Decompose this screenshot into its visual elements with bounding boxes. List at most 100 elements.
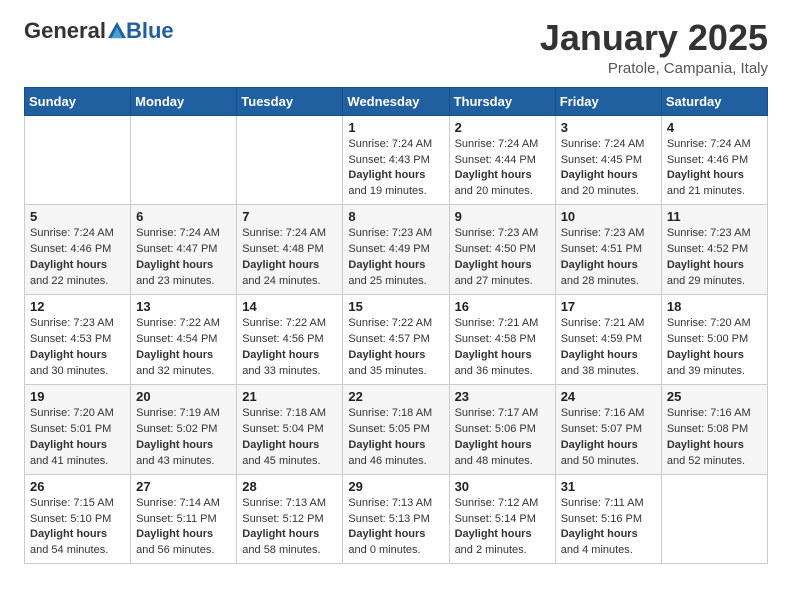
header-tuesday: Tuesday (237, 87, 343, 115)
day-number: 29 (348, 479, 443, 494)
calendar-cell: 23 Sunrise: 7:17 AMSunset: 5:06 PMDayligh… (449, 384, 555, 474)
day-number: 15 (348, 299, 443, 314)
day-number: 11 (667, 209, 762, 224)
calendar-cell (131, 115, 237, 205)
day-info: Sunrise: 7:16 AMSunset: 5:08 PMDaylight … (667, 406, 762, 470)
day-number: 19 (30, 389, 125, 404)
calendar-cell: 2Sunrise: 7:24 AMSunset: 4:44 PMDaylight… (449, 115, 555, 205)
header-saturday: Saturday (661, 87, 767, 115)
day-number: 1 (348, 120, 443, 135)
day-info: Sunrise: 7:23 AMSunset: 4:53 PMDaylight … (30, 316, 125, 380)
day-info: Sunrise: 7:23 AMSunset: 4:51 PMDaylight … (561, 226, 656, 290)
calendar-cell: 14 Sunrise: 7:22 AMSunset: 4:56 PMDayligh… (237, 295, 343, 385)
day-number: 31 (561, 479, 656, 494)
day-number: 24 (561, 389, 656, 404)
day-info: Sunrise: 7:24 AMSunset: 4:46 PMDaylight … (667, 137, 762, 201)
day-info: Sunrise: 7:19 AMSunset: 5:02 PMDaylight … (136, 406, 231, 470)
day-number: 3 (561, 120, 656, 135)
calendar-cell: 25 Sunrise: 7:16 AMSunset: 5:08 PMDayligh… (661, 384, 767, 474)
day-info: Sunrise: 7:14 AMSunset: 5:11 PMDaylight … (136, 496, 231, 560)
day-info: Sunrise: 7:16 AMSunset: 5:07 PMDaylight … (561, 406, 656, 470)
calendar-cell (237, 115, 343, 205)
calendar-cell: 6 Sunrise: 7:24 AMSunset: 4:47 PMDaylight… (131, 205, 237, 295)
day-info: Sunrise: 7:24 AMSunset: 4:45 PMDaylight … (561, 137, 656, 201)
day-info: Sunrise: 7:24 AMSunset: 4:46 PMDaylight … (30, 226, 125, 290)
calendar-cell: 15 Sunrise: 7:22 AMSunset: 4:57 PMDayligh… (343, 295, 449, 385)
day-info: Sunrise: 7:20 AMSunset: 5:00 PMDaylight … (667, 316, 762, 380)
day-info: Sunrise: 7:23 AMSunset: 4:50 PMDaylight … (455, 226, 550, 290)
day-number: 30 (455, 479, 550, 494)
header-sunday: Sunday (25, 87, 131, 115)
calendar-cell: 8Sunrise: 7:23 AMSunset: 4:49 PMDaylight… (343, 205, 449, 295)
calendar-cell: 5 Sunrise: 7:24 AMSunset: 4:46 PMDaylight… (25, 205, 131, 295)
day-number: 21 (242, 389, 337, 404)
day-number: 9 (455, 209, 550, 224)
day-info: Sunrise: 7:21 AMSunset: 4:59 PMDaylight … (561, 316, 656, 380)
logo-blue-text: Blue (126, 18, 174, 44)
location: Pratole, Campania, Italy (540, 60, 768, 77)
day-number: 22 (348, 389, 443, 404)
day-number: 6 (136, 209, 231, 224)
day-number: 27 (136, 479, 231, 494)
day-number: 20 (136, 389, 231, 404)
calendar-cell: 7Sunrise: 7:24 AMSunset: 4:48 PMDaylight… (237, 205, 343, 295)
calendar-table: Sunday Monday Tuesday Wednesday Thursday… (24, 87, 768, 565)
calendar-cell (25, 115, 131, 205)
calendar-cell: 1Sunrise: 7:24 AMSunset: 4:43 PMDaylight… (343, 115, 449, 205)
day-info: Sunrise: 7:22 AMSunset: 4:56 PMDaylight … (242, 316, 337, 380)
day-info: Sunrise: 7:15 AMSunset: 5:10 PMDaylight … (30, 496, 125, 560)
day-number: 25 (667, 389, 762, 404)
day-info: Sunrise: 7:12 AMSunset: 5:14 PMDaylight … (455, 496, 550, 560)
header: General Blue January 2025 Pratole, Campa… (0, 0, 792, 87)
day-number: 13 (136, 299, 231, 314)
day-number: 14 (242, 299, 337, 314)
calendar-row: 19Sunrise: 7:20 AMSunset: 5:01 PMDayligh… (25, 384, 768, 474)
calendar-cell: 12 Sunrise: 7:23 AMSunset: 4:53 PMDayligh… (25, 295, 131, 385)
calendar-cell: 24 Sunrise: 7:16 AMSunset: 5:07 PMDayligh… (555, 384, 661, 474)
calendar-cell: 9 Sunrise: 7:23 AMSunset: 4:50 PMDaylight… (449, 205, 555, 295)
weekday-header-row: Sunday Monday Tuesday Wednesday Thursday… (25, 87, 768, 115)
calendar-cell: 10 Sunrise: 7:23 AMSunset: 4:51 PMDayligh… (555, 205, 661, 295)
day-number: 17 (561, 299, 656, 314)
header-monday: Monday (131, 87, 237, 115)
calendar-cell: 16 Sunrise: 7:21 AMSunset: 4:58 PMDayligh… (449, 295, 555, 385)
page: General Blue January 2025 Pratole, Campa… (0, 0, 792, 612)
header-wednesday: Wednesday (343, 87, 449, 115)
calendar-cell: 17 Sunrise: 7:21 AMSunset: 4:59 PMDayligh… (555, 295, 661, 385)
header-friday: Friday (555, 87, 661, 115)
calendar-row: 5 Sunrise: 7:24 AMSunset: 4:46 PMDaylight… (25, 205, 768, 295)
day-info: Sunrise: 7:23 AMSunset: 4:49 PMDaylight … (348, 226, 443, 290)
day-number: 23 (455, 389, 550, 404)
day-info: Sunrise: 7:18 AMSunset: 5:05 PMDaylight … (348, 406, 443, 470)
header-thursday: Thursday (449, 87, 555, 115)
day-info: Sunrise: 7:11 AMSunset: 5:16 PMDaylight … (561, 496, 656, 560)
day-number: 16 (455, 299, 550, 314)
calendar-cell: 22 Sunrise: 7:18 AMSunset: 5:05 PMDayligh… (343, 384, 449, 474)
day-info: Sunrise: 7:21 AMSunset: 4:58 PMDaylight … (455, 316, 550, 380)
day-number: 10 (561, 209, 656, 224)
day-info: Sunrise: 7:22 AMSunset: 4:57 PMDaylight … (348, 316, 443, 380)
title-block: January 2025 Pratole, Campania, Italy (540, 18, 768, 77)
calendar-cell: 20 Sunrise: 7:19 AMSunset: 5:02 PMDayligh… (131, 384, 237, 474)
calendar-cell: 27 Sunrise: 7:14 AMSunset: 5:11 PMDayligh… (131, 474, 237, 564)
month-title: January 2025 (540, 18, 768, 58)
day-info: Sunrise: 7:24 AMSunset: 4:47 PMDaylight … (136, 226, 231, 290)
day-number: 7 (242, 209, 337, 224)
logo-general-text: General (24, 18, 106, 44)
calendar-cell: 29 Sunrise: 7:13 AMSunset: 5:13 PMDayligh… (343, 474, 449, 564)
day-number: 12 (30, 299, 125, 314)
calendar-cell (661, 474, 767, 564)
logo: General Blue (24, 18, 174, 44)
day-info: Sunrise: 7:17 AMSunset: 5:06 PMDaylight … (455, 406, 550, 470)
calendar-row: 1Sunrise: 7:24 AMSunset: 4:43 PMDaylight… (25, 115, 768, 205)
calendar-cell: 4Sunrise: 7:24 AMSunset: 4:46 PMDaylight… (661, 115, 767, 205)
day-number: 2 (455, 120, 550, 135)
day-info: Sunrise: 7:13 AMSunset: 5:13 PMDaylight … (348, 496, 443, 560)
day-info: Sunrise: 7:13 AMSunset: 5:12 PMDaylight … (242, 496, 337, 560)
calendar-row: 26Sunrise: 7:15 AMSunset: 5:10 PMDayligh… (25, 474, 768, 564)
day-number: 5 (30, 209, 125, 224)
day-number: 28 (242, 479, 337, 494)
logo-icon (108, 21, 126, 39)
calendar-cell: 28 Sunrise: 7:13 AMSunset: 5:12 PMDayligh… (237, 474, 343, 564)
calendar-row: 12 Sunrise: 7:23 AMSunset: 4:53 PMDayligh… (25, 295, 768, 385)
